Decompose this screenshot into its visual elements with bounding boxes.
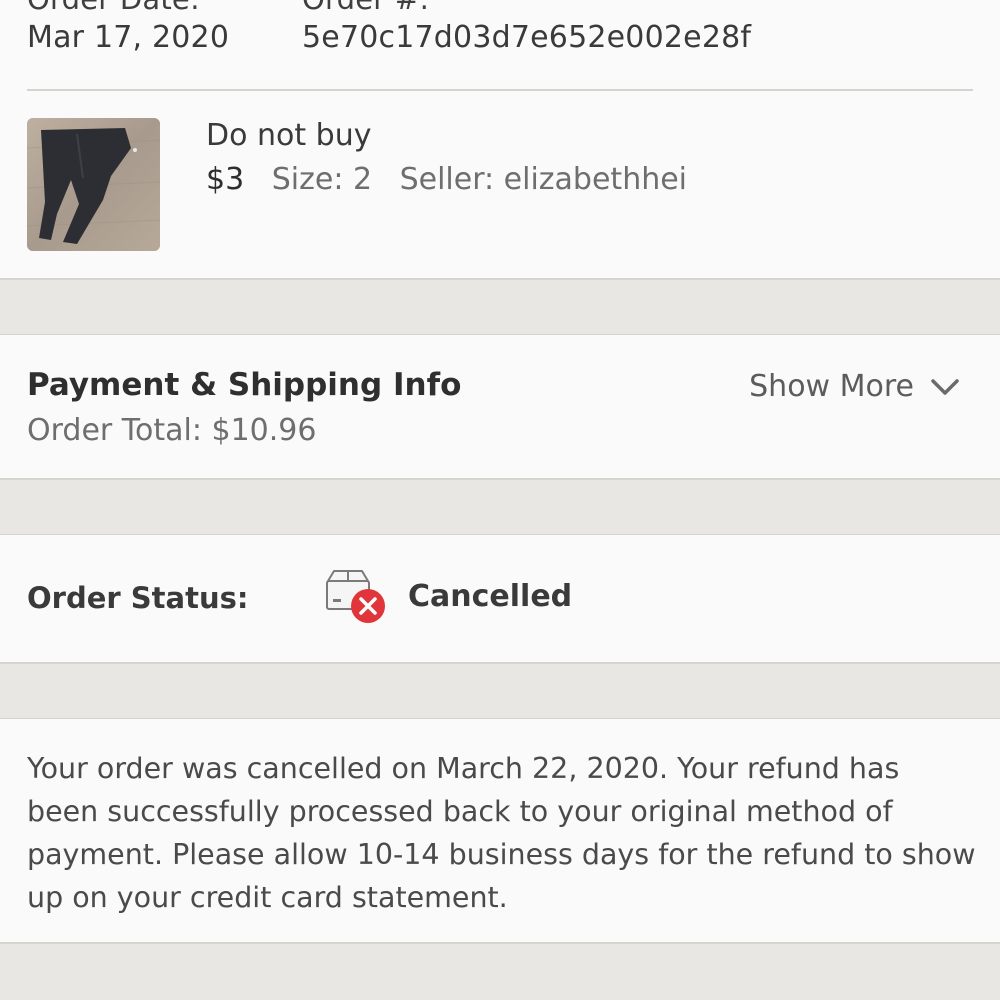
order-details-page: Order Date: Mar 17, 2020 Order #: 5e70c1… (0, 0, 1000, 1000)
item-seller[interactable]: Seller: elizabethhei (400, 162, 687, 197)
leggings-photo-icon (27, 118, 160, 251)
order-status-value: Cancelled (408, 579, 573, 614)
chevron-down-icon (931, 378, 959, 395)
order-status-card: Order Status: Cancelled (0, 534, 1000, 664)
cancellation-message-card: Your order was cancelled on March 22, 20… (0, 718, 1000, 944)
divider (27, 89, 973, 91)
show-more-button[interactable]: Show More (749, 369, 960, 404)
cancellation-message: Your order was cancelled on March 22, 20… (27, 752, 976, 914)
item-price: $3 (206, 162, 245, 197)
item-size: Size: 2 (271, 162, 373, 197)
item-details: $3 Size: 2 Seller: elizabethhei (206, 162, 687, 197)
payment-shipping-title: Payment & Shipping Info (27, 367, 462, 403)
item-thumbnail[interactable] (27, 118, 160, 251)
order-date-label: Order Date: (27, 0, 200, 16)
show-more-label: Show More (749, 369, 914, 404)
order-date-value: Mar 17, 2020 (27, 20, 230, 55)
order-status-label: Order Status: (27, 581, 249, 615)
order-total: Order Total: $10.96 (27, 413, 317, 448)
order-number-label: Order #: (302, 0, 429, 16)
order-summary-card: Order Date: Mar 17, 2020 Order #: 5e70c1… (0, 0, 1000, 280)
item-title[interactable]: Do not buy (206, 118, 371, 153)
order-number-value: 5e70c17d03d7e652e002e28f (302, 20, 752, 55)
payment-shipping-card: Payment & Shipping Info Order Total: $10… (0, 334, 1000, 480)
box-cancelled-icon (326, 570, 385, 623)
